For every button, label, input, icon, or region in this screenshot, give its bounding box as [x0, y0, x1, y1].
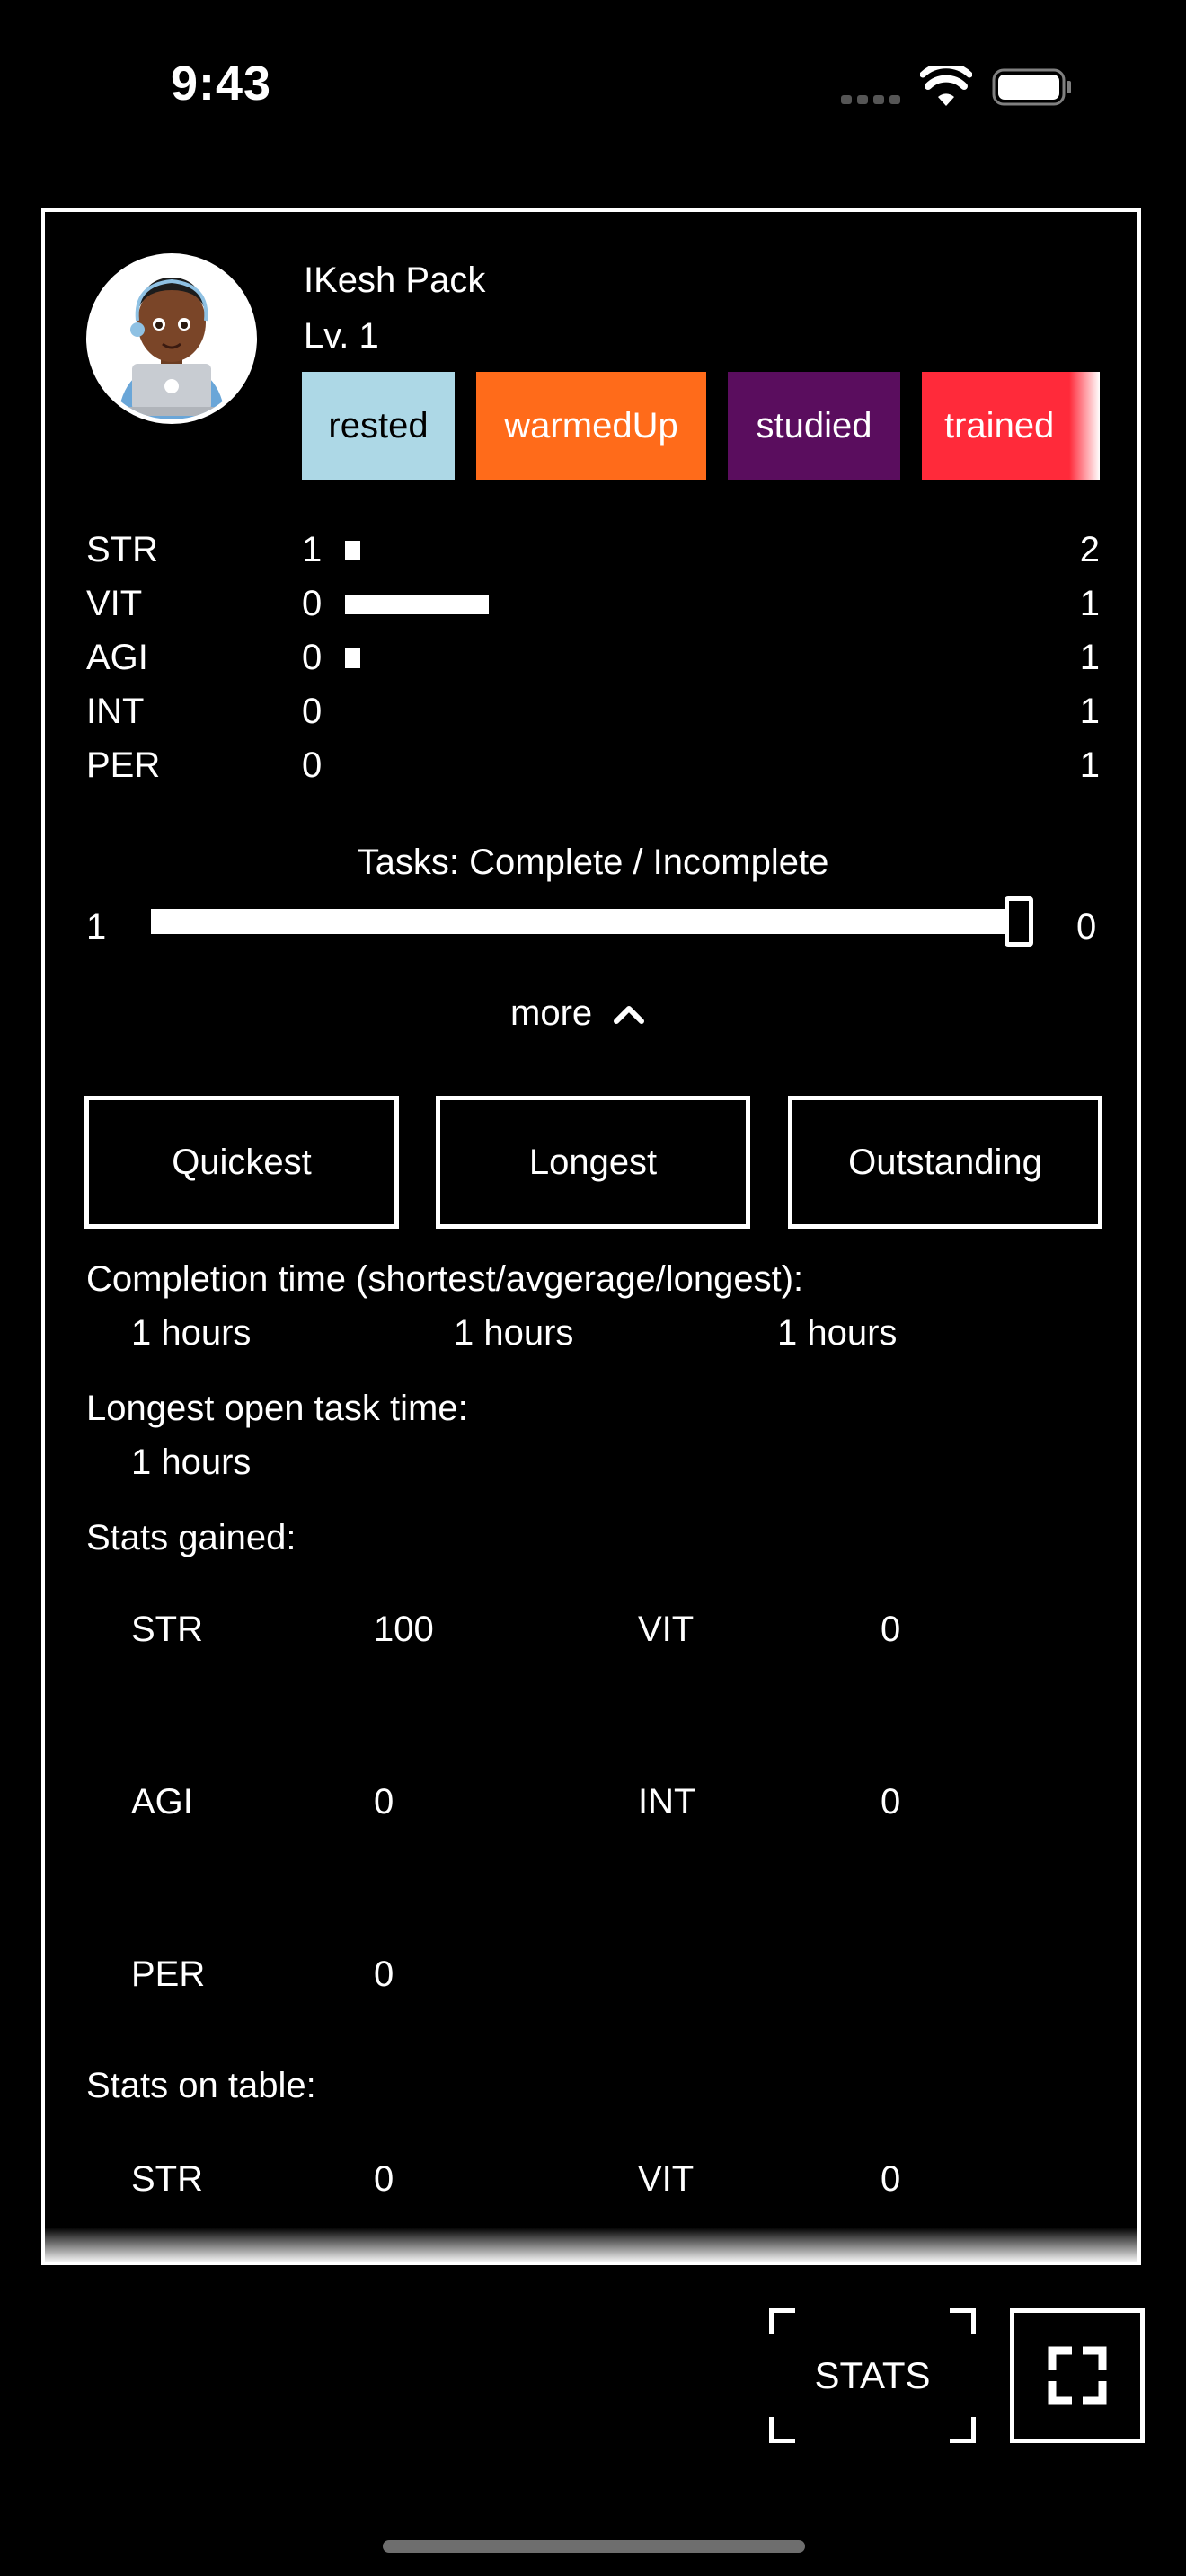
- stats-button-label: STATS: [814, 2354, 931, 2396]
- longest-label: Longest: [528, 1142, 658, 1182]
- avatar: [86, 253, 257, 424]
- completion-time-label: Completion time (shortest/avgerage/longe…: [86, 1259, 804, 1299]
- scroll-fade: [45, 2228, 1137, 2263]
- home-indicator: [383, 2540, 805, 2553]
- tag-label: rested: [328, 405, 429, 446]
- stats-gained-label: Stats gained:: [86, 1518, 296, 1557]
- longest-open-value: 1 hours: [131, 1442, 252, 1482]
- tasks-slider-track[interactable]: [151, 909, 1017, 934]
- stat-bar-vit: [345, 595, 489, 614]
- longest-button[interactable]: Longest: [436, 1096, 750, 1229]
- stat-name-per: PER: [86, 745, 161, 785]
- profile-panel[interactable]: [41, 208, 1141, 2265]
- stat-value-agi: 0: [302, 638, 323, 677]
- tag-label: studied: [756, 405, 872, 446]
- table-stat-name: STR: [131, 2159, 203, 2199]
- battery-icon: [992, 68, 1071, 106]
- stat-max-vit: 1: [1079, 584, 1100, 623]
- stat-value-int: 0: [302, 692, 323, 731]
- tag-warmedup[interactable]: warmedUp: [476, 372, 706, 480]
- fullscreen-button[interactable]: [1010, 2308, 1145, 2443]
- gained-stat-name: VIT: [638, 1610, 695, 1649]
- stat-max-agi: 1: [1079, 638, 1100, 677]
- gained-stat-name: AGI: [131, 1782, 193, 1822]
- gained-stat-value: 0: [374, 1782, 394, 1822]
- stat-max-str: 2: [1079, 530, 1100, 569]
- profile-level: Lv. 1: [304, 316, 379, 356]
- completion-time-longest: 1 hours: [777, 1313, 898, 1353]
- table-stat-name: VIT: [638, 2159, 695, 2199]
- gained-stat-value: 0: [881, 1782, 901, 1822]
- quickest-button[interactable]: Quickest: [84, 1096, 399, 1229]
- tag-rested[interactable]: rested: [302, 372, 455, 480]
- longest-open-label: Longest open task time:: [86, 1389, 468, 1428]
- profile-name: IKesh Pack: [304, 260, 486, 300]
- outstanding-button[interactable]: Outstanding: [788, 1096, 1102, 1229]
- wifi-icon: [920, 66, 972, 106]
- stat-max-per: 1: [1079, 745, 1100, 785]
- status-time: 9:43: [171, 57, 272, 110]
- table-stat-value: 0: [374, 2159, 394, 2199]
- completion-time-shortest: 1 hours: [131, 1313, 252, 1353]
- stat-value-vit: 0: [302, 584, 323, 623]
- quickest-label: Quickest: [172, 1142, 312, 1182]
- more-toggle[interactable]: more: [510, 995, 646, 1031]
- gained-stat-name: STR: [131, 1610, 203, 1649]
- gained-stat-value: 0: [374, 1954, 394, 1994]
- gained-stat-value: 0: [881, 1610, 901, 1649]
- outstanding-label: Outstanding: [848, 1142, 1042, 1182]
- stat-name-str: STR: [86, 530, 158, 569]
- fullscreen-icon: [1048, 2346, 1107, 2405]
- gained-stat-value: 100: [374, 1610, 434, 1649]
- tasks-complete-count: 1: [86, 907, 107, 947]
- tags-scroll-fade: [1069, 372, 1100, 480]
- stat-name-agi: AGI: [86, 638, 148, 677]
- tasks-title: Tasks: Complete / Incomplete: [357, 842, 829, 882]
- stat-bar-agi: [345, 648, 360, 668]
- gained-stat-name: INT: [638, 1782, 696, 1822]
- more-label: more: [510, 993, 593, 1033]
- stat-value-str: 1: [302, 530, 323, 569]
- stats-button[interactable]: STATS: [769, 2308, 976, 2443]
- tag-studied[interactable]: studied: [728, 372, 900, 480]
- stat-value-per: 0: [302, 745, 323, 785]
- completion-time-average: 1 hours: [454, 1313, 574, 1353]
- tasks-incomplete-count: 0: [1076, 907, 1097, 947]
- chevron-up-icon: [614, 1006, 645, 1024]
- stat-bar-str: [345, 541, 360, 560]
- stats-on-table-label: Stats on table:: [86, 2066, 316, 2105]
- stat-max-int: 1: [1079, 692, 1100, 731]
- tasks-slider-thumb[interactable]: [1005, 896, 1033, 947]
- table-stat-value: 0: [881, 2159, 901, 2199]
- memoji-avatar-icon: [91, 258, 252, 419]
- tag-label: trained: [944, 405, 1055, 446]
- stat-name-int: INT: [86, 692, 145, 731]
- tag-label: warmedUp: [504, 405, 678, 446]
- gained-stat-name: PER: [131, 1954, 206, 1994]
- stat-name-vit: VIT: [86, 584, 143, 623]
